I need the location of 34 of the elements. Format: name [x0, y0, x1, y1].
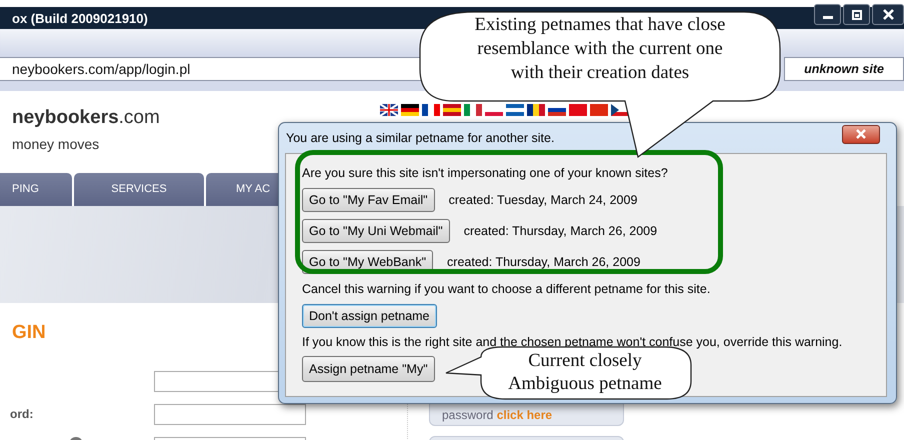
dont-assign-button[interactable]: Don't assign petname [302, 304, 437, 328]
nav-tab[interactable]: PING [0, 173, 72, 206]
created-date: created: Thursday, March 26, 2009 [464, 224, 658, 238]
flag-icon[interactable] [506, 104, 524, 116]
minimize-icon [822, 16, 832, 18]
site-badge: unknown site [784, 57, 904, 81]
flag-icon[interactable] [422, 104, 440, 116]
window-title: ox (Build 2009021910) [11, 10, 148, 26]
assign-button[interactable]: Assign petname "My" [302, 356, 435, 382]
override-text: If you know this is the right site and the chosen petname won't confuse you, override this warning. [302, 334, 842, 351]
dialog-title: You are using a similar petname for another site. [286, 131, 554, 145]
created-date: created: Thursday, March 26, 2009 [447, 255, 640, 269]
close-button[interactable] [842, 124, 880, 144]
login-heading: GIN [12, 322, 46, 343]
created-date: created: Tuesday, March 24, 2009 [448, 193, 638, 207]
nav-tab[interactable]: SERVICES [74, 173, 204, 206]
go-to-button[interactable]: Go to "My Fav Email" [302, 188, 435, 212]
restore-icon [852, 10, 862, 20]
flag-icon[interactable] [380, 104, 398, 116]
tagline: money moves [12, 136, 100, 152]
input-field[interactable] [154, 404, 306, 425]
field-label: ord: [10, 407, 34, 421]
close-icon [882, 9, 894, 20]
warning-text: Cancel this warning if you want to choose a different petname for this site. [302, 281, 710, 298]
go-to-button[interactable]: Go to "My Uni Webmail" [302, 219, 450, 243]
restore-button[interactable] [843, 4, 870, 25]
site-logo: neybookers.com [12, 107, 160, 129]
close-icon [855, 129, 867, 139]
flag-icon[interactable] [401, 104, 419, 116]
forgot-password-text: password click here [442, 408, 552, 422]
close-button[interactable] [872, 4, 904, 25]
callout-text: Current closely Ambiguous petname [507, 350, 663, 396]
flag-icon[interactable] [527, 104, 545, 116]
minimize-button[interactable] [814, 4, 841, 25]
